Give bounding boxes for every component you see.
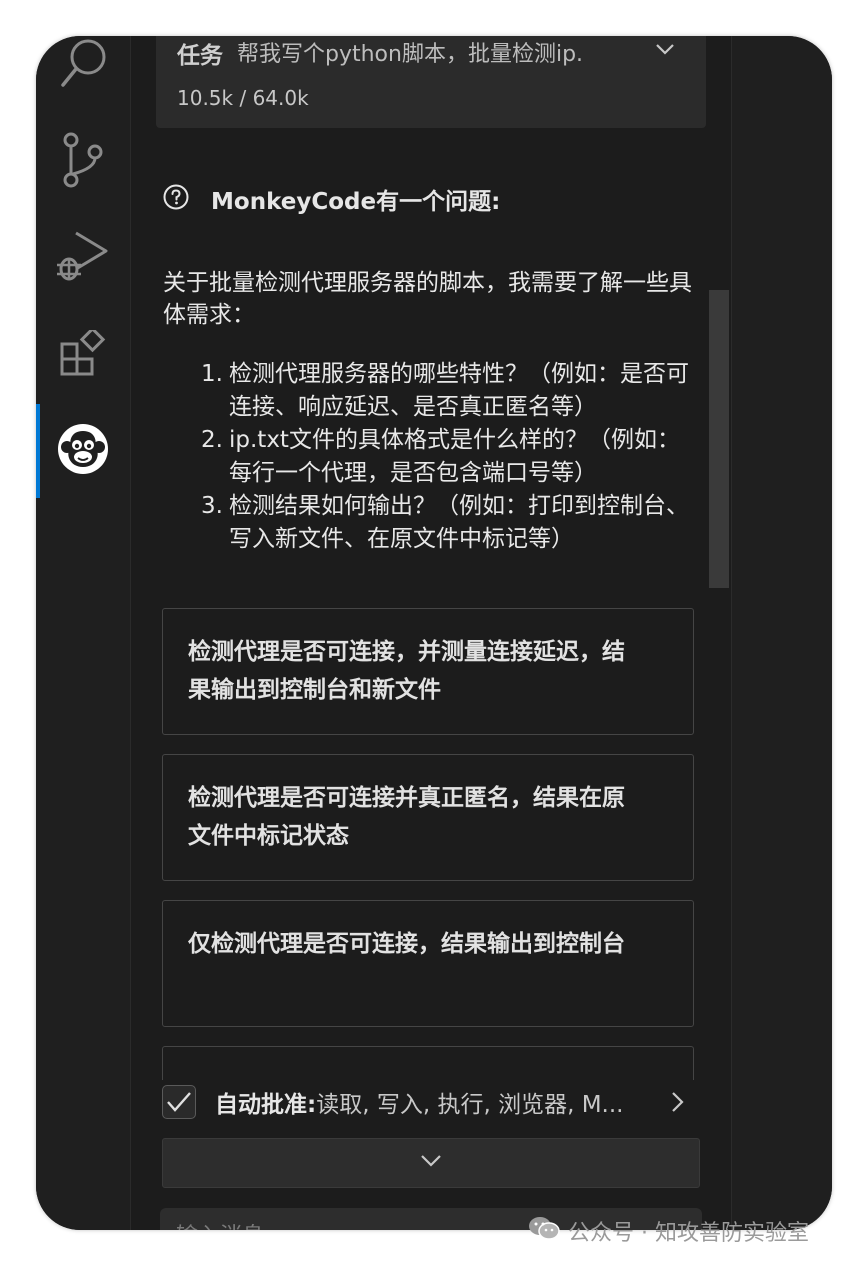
auto-approve-row[interactable]: 自动批准: 读取, 写入, 执行, 浏览器, M... <box>162 1084 702 1120</box>
watermark-text: 公众号 · 知攻善防实验室 <box>568 1221 809 1246</box>
run-debug-icon <box>56 227 110 283</box>
answer-option-1[interactable]: 检测代理是否可连接，并测量连接延迟，结果输出到控制台和新文件 <box>162 608 694 735</box>
auto-approve-detail: 读取, 写入, 执行, 浏览器, M... <box>316 1092 624 1118</box>
question-intro: 关于批量检测代理服务器的脚本，我需要了解一些具体需求： <box>163 270 692 328</box>
question-icon <box>163 184 189 214</box>
source-control-icon <box>61 132 105 188</box>
watermark: 公众号 · 知攻善防实验室 <box>528 1215 809 1247</box>
task-label: 任务 <box>177 43 223 69</box>
activity-source-control[interactable] <box>36 125 130 195</box>
chevron-down-icon[interactable] <box>654 38 676 64</box>
question-header: MonkeyCode有一个问题: <box>163 182 500 216</box>
task-header[interactable]: 任务 帮我写个python脚本，批量检测ip. 10.5k / 64.0k <box>156 36 706 128</box>
activity-bar <box>36 36 131 1230</box>
question-title: MonkeyCode有一个问题: <box>211 189 501 215</box>
activity-monkeycode[interactable] <box>36 414 130 484</box>
list-item: 1. 检测代理服务器的哪些特性？（例如：是否可连接、响应延迟、是否真正匿名等） <box>201 361 689 420</box>
list-item: 2. ip.txt文件的具体格式是什么样的？（例如：每行一个代理，是否包含端口号… <box>201 427 680 486</box>
search-icon <box>58 37 108 93</box>
activity-extensions[interactable] <box>36 318 130 388</box>
wechat-icon <box>528 1215 568 1247</box>
token-usage: 10.5k / 64.0k <box>177 86 309 110</box>
extensions-icon <box>60 330 106 376</box>
answer-option-3[interactable]: 仅检测代理是否可连接，结果输出到控制台 <box>162 900 694 1027</box>
collapse-button[interactable] <box>162 1138 700 1188</box>
chevron-down-icon <box>419 1153 443 1173</box>
auto-approve-checkbox[interactable] <box>162 1085 196 1119</box>
list-item: 3. 检测结果如何输出？（例如：打印到控制台、写入新文件、在原文件中标记等） <box>201 493 689 552</box>
app-window: 任务 帮我写个python脚本，批量检测ip. 10.5k / 64.0k Mo… <box>36 36 832 1230</box>
answer-option-4[interactable] <box>162 1046 694 1080</box>
scrollbar-thumb[interactable] <box>709 290 729 588</box>
chevron-right-icon[interactable] <box>670 1090 686 1118</box>
task-text: 帮我写个python脚本，批量检测ip. <box>237 42 584 67</box>
answer-option-2[interactable]: 检测代理是否可连接并真正匿名，结果在原文件中标记状态 <box>162 754 694 881</box>
question-list: 1. 检测代理服务器的哪些特性？（例如：是否可连接、响应延迟、是否真正匿名等） … <box>201 358 701 556</box>
chat-panel: 任务 帮我写个python脚本，批量检测ip. 10.5k / 64.0k Mo… <box>131 36 731 1230</box>
monkey-icon <box>57 423 109 475</box>
activity-run-debug[interactable] <box>36 220 130 290</box>
auto-approve-label: 自动批准: <box>215 1092 317 1118</box>
check-icon <box>167 1092 191 1112</box>
editor-area <box>731 36 832 1230</box>
activity-search[interactable] <box>36 36 130 100</box>
